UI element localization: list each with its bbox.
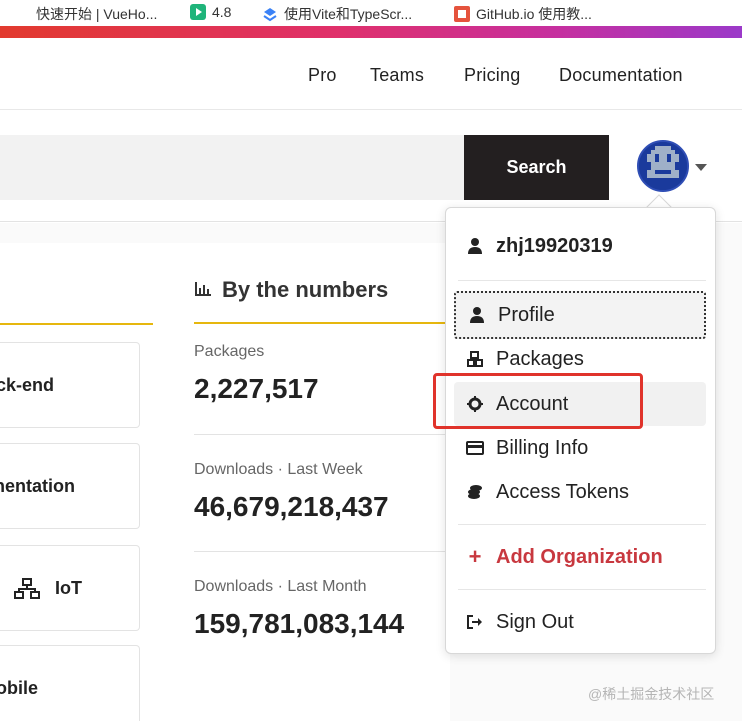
menu-item-packages[interactable]: Packages	[454, 337, 706, 381]
menu-item-tokens[interactable]: Access Tokens	[454, 470, 706, 514]
menu-item-label: Sign Out	[496, 610, 574, 633]
menu-item-profile[interactable]: Profile	[454, 291, 706, 339]
stat-label: Downloads · Last Week	[194, 461, 363, 478]
watermark: @稀土掘金技术社区	[588, 686, 715, 702]
category-card[interactable]: nentation	[0, 443, 140, 529]
layers-icon	[262, 6, 278, 22]
category-label: ck-end	[0, 375, 55, 395]
category-label: IoT	[55, 578, 82, 598]
username-label: zhj19920319	[496, 234, 613, 257]
menu-item-label: Packages	[496, 347, 584, 370]
bookmark-vuehooks[interactable]: 快速开始 | VueHo...	[14, 4, 157, 24]
nav-teams[interactable]: Teams	[370, 65, 424, 86]
cubes-icon	[466, 350, 484, 368]
menu-item-label: Account	[496, 392, 569, 415]
divider	[194, 434, 449, 435]
numbers-panel	[160, 243, 450, 721]
bar-chart-icon	[194, 277, 212, 303]
network-icon	[14, 578, 40, 605]
gear-icon	[466, 395, 484, 413]
divider	[194, 551, 449, 552]
numbers-title: By the numbers	[222, 277, 389, 302]
pixel-avatar-icon	[639, 142, 687, 190]
stat-label: Packages	[194, 343, 265, 360]
menu-item-account[interactable]: Account	[454, 382, 706, 426]
nav-documentation[interactable]: Documentation	[559, 65, 683, 86]
bookmark-label: 快速开始 | VueHo...	[36, 6, 158, 22]
menu-username: zhj19920319	[454, 224, 706, 268]
numbers-heading: By the numbers	[194, 277, 388, 303]
menu-item-label: Add Organization	[496, 545, 663, 568]
user-icon	[468, 306, 486, 324]
category-label: obile	[0, 678, 39, 698]
menu-item-billing[interactable]: Billing Info	[454, 426, 706, 470]
play-icon	[190, 4, 206, 20]
menu-item-add-organization[interactable]: + Add Organization	[454, 535, 706, 579]
stat-value: 46,679,218,437	[194, 491, 389, 522]
nav-pricing[interactable]: Pricing	[464, 65, 520, 86]
menu-item-sign-out[interactable]: Sign Out	[454, 600, 706, 644]
divider	[458, 280, 706, 281]
bookmark-label: GitHub.io 使用教...	[476, 6, 592, 22]
avatar[interactable]	[637, 140, 689, 192]
plus-icon: +	[468, 544, 482, 569]
bookmark-icon	[14, 6, 30, 22]
bookmark-label: 4.8	[212, 4, 232, 20]
menu-item-label: Profile	[498, 303, 555, 326]
bookmark-rating[interactable]: 4.8	[190, 4, 231, 20]
search-row: Search	[0, 110, 742, 222]
category-label: nentation	[0, 476, 75, 496]
divider	[458, 524, 706, 525]
user-icon	[466, 237, 484, 255]
category-card[interactable]: ck-end	[0, 342, 140, 428]
category-card[interactable]: obile	[0, 645, 140, 721]
user-dropdown-menu: zhj19920319 Profile Packages Account Bil…	[445, 207, 716, 654]
category-card-iot[interactable]: IoT	[0, 545, 140, 631]
search-button[interactable]: Search	[464, 135, 609, 200]
search-input[interactable]	[0, 135, 464, 200]
brand-gradient-bar	[0, 26, 742, 38]
site-icon	[454, 6, 470, 22]
menu-item-label: Billing Info	[496, 436, 589, 459]
coins-icon	[466, 483, 484, 501]
sign-out-icon	[466, 613, 484, 631]
divider	[194, 322, 449, 324]
chevron-down-icon[interactable]	[695, 164, 707, 171]
divider	[0, 323, 153, 325]
top-nav: Pro Teams Pricing Documentation	[0, 38, 742, 110]
divider	[458, 589, 706, 590]
credit-card-icon	[466, 439, 484, 457]
nav-pro[interactable]: Pro	[308, 65, 337, 86]
bookmark-label: 使用Vite和TypeScr...	[284, 6, 413, 22]
stat-value: 159,781,083,144	[194, 608, 405, 639]
bookmark-vite[interactable]: 使用Vite和TypeScr...	[262, 4, 412, 24]
bookmarks-bar: 快速开始 | VueHo... 4.8 使用Vite和TypeScr... Gi…	[0, 0, 742, 26]
menu-item-label: Access Tokens	[496, 480, 630, 503]
bookmark-github-io[interactable]: GitHub.io 使用教...	[454, 4, 592, 24]
stat-value: 2,227,517	[194, 373, 319, 404]
stat-label: Downloads · Last Month	[194, 578, 367, 595]
